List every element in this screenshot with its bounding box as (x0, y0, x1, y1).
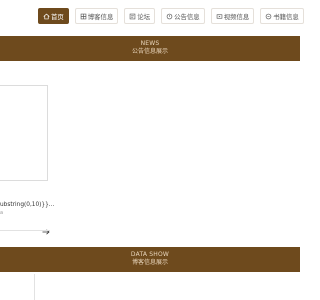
nav-list: 首页 博客信息 论坛 公告信息 视频信息 书籍信息 (38, 8, 304, 24)
news-card-title[interactable]: ubstring(0,10)}}... (0, 202, 54, 208)
nav-item-label: 论坛 (137, 12, 151, 21)
nav-item-video[interactable]: 视频信息 (210, 8, 255, 24)
bell-icon (166, 13, 173, 20)
video-icon (216, 13, 223, 20)
forum-icon (129, 13, 136, 20)
section-title-en: NEWS (140, 40, 160, 47)
news-section-header: NEWS 公告信息展示 (0, 36, 300, 61)
news-card-image[interactable] (0, 85, 48, 181)
data-section-header: DATA SHOW 博客信息展示 (0, 247, 300, 272)
blog-card[interactable] (0, 274, 35, 300)
card-divider (0, 230, 50, 231)
book-icon (265, 13, 272, 20)
nav-item-label: 书籍信息 (273, 12, 299, 21)
section-title-en: DATA SHOW (130, 251, 170, 258)
top-nav: 首页 博客信息 论坛 公告信息 视频信息 书籍信息 (0, 0, 304, 32)
nav-item-book[interactable]: 书籍信息 (260, 8, 304, 24)
nav-item-home[interactable]: 首页 (38, 8, 69, 24)
nav-item-label: 公告信息 (174, 12, 200, 21)
nav-item-blog[interactable]: 博客信息 (74, 8, 119, 24)
home-icon (43, 13, 50, 20)
nav-item-forum[interactable]: 论坛 (124, 8, 156, 24)
news-card-subtitle: a (0, 210, 4, 216)
grid-icon (80, 13, 87, 20)
section-title-zh: 公告信息展示 (131, 48, 168, 55)
nav-item-label: 博客信息 (87, 12, 114, 21)
nav-item-label: 首页 (51, 12, 64, 21)
arrow-right-icon[interactable] (42, 220, 50, 235)
section-title-zh: 博客信息展示 (131, 259, 168, 266)
nav-item-notice[interactable]: 公告信息 (161, 8, 205, 24)
nav-item-label: 视频信息 (223, 12, 250, 21)
